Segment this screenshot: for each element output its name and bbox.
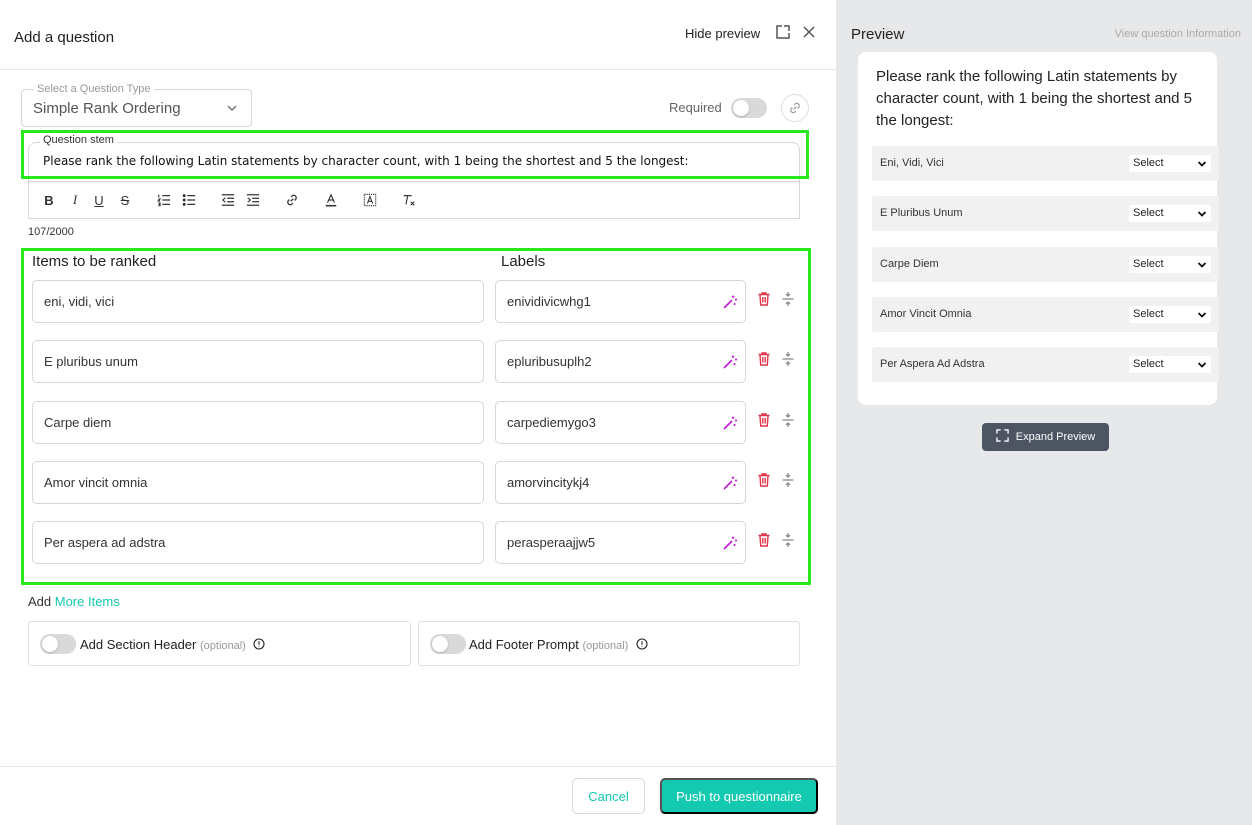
editor-header: Add a question Hide preview: [0, 0, 836, 70]
chevron-down-icon: [1197, 158, 1207, 168]
chevron-down-icon: [225, 101, 239, 115]
expand-preview-button[interactable]: Expand Preview: [982, 423, 1109, 451]
preview-rank-row: E Pluribus Unum Select: [872, 196, 1219, 231]
stem-highlight-box: [21, 130, 809, 179]
question-type-label: Select a Question Type: [34, 83, 154, 95]
footer-prompt-toggle[interactable]: [430, 634, 466, 654]
rich-text-toolbar: B I U S: [28, 181, 800, 219]
close-icon[interactable]: [801, 24, 817, 40]
background-color-icon[interactable]: [362, 192, 378, 208]
hide-preview-button[interactable]: Hide preview: [685, 26, 760, 41]
chevron-down-icon: [1197, 208, 1207, 218]
rank-select-value: Select: [1133, 157, 1164, 169]
preview-rank-label: E Pluribus Unum: [880, 207, 963, 219]
preview-rank-row: Per Aspera Ad Adstra Select: [872, 347, 1219, 382]
rank-select[interactable]: Select: [1129, 205, 1211, 222]
rank-select[interactable]: Select: [1129, 256, 1211, 273]
editor-title: Add a question: [14, 29, 115, 46]
preview-rank-label: Amor Vincit Omnia: [880, 308, 972, 320]
rank-select-value: Select: [1133, 358, 1164, 370]
preview-card: Please rank the following Latin statemen…: [858, 52, 1219, 405]
rank-select[interactable]: Select: [1129, 356, 1211, 373]
footer-prompt-option: Add Footer Prompt (optional): [418, 621, 800, 666]
add-more-items: Add More Items: [28, 594, 120, 609]
footer-prompt-label: Add Footer Prompt: [469, 637, 579, 652]
bold-icon[interactable]: B: [43, 192, 55, 208]
section-header-toggle[interactable]: [40, 634, 76, 654]
rank-select[interactable]: Select: [1129, 155, 1211, 172]
add-more-prefix: Add: [28, 594, 55, 609]
optional-tag: (optional): [582, 640, 629, 652]
preview-rank-label: Eni, Vidi, Vici: [880, 157, 944, 169]
chevron-down-icon: [1197, 259, 1207, 269]
preview-question-text: Please rank the following Latin statemen…: [876, 68, 1193, 129]
expand-preview-label: Expand Preview: [1015, 431, 1096, 443]
bullet-list-icon[interactable]: [181, 192, 197, 208]
required-label: Required: [669, 100, 722, 115]
chevron-down-icon: [1197, 309, 1207, 319]
ordered-list-icon[interactable]: [156, 192, 172, 208]
required-toggle[interactable]: [731, 98, 767, 118]
rank-select-value: Select: [1133, 258, 1164, 270]
view-question-information-link[interactable]: View question Information: [1115, 28, 1241, 40]
preview-rank-label: Per Aspera Ad Adstra: [880, 358, 985, 370]
preview-rank-label: Carpe Diem: [880, 258, 939, 270]
indent-icon[interactable]: [245, 192, 261, 208]
preview-rank-row: Amor Vincit Omnia Select: [872, 297, 1219, 332]
section-header-text: Add Section Header (optional): [80, 637, 266, 652]
clear-format-icon[interactable]: [401, 192, 417, 208]
section-header-option: Add Section Header (optional): [28, 621, 411, 666]
preview-rank-row: Carpe Diem Select: [872, 247, 1219, 282]
text-color-icon[interactable]: [323, 192, 339, 208]
popout-icon[interactable]: [775, 24, 791, 40]
items-highlight-box: [21, 248, 811, 585]
link-icon[interactable]: [781, 94, 809, 122]
question-type-value: Simple Rank Ordering: [33, 100, 181, 117]
rank-select-value: Select: [1133, 207, 1164, 219]
preview-panel: Preview View question Information Please…: [836, 0, 1252, 825]
footer-prompt-text: Add Footer Prompt (optional): [469, 637, 648, 652]
expand-icon: [996, 429, 1009, 445]
italic-icon[interactable]: I: [69, 192, 81, 208]
info-icon[interactable]: [253, 638, 266, 650]
preview-title: Preview: [851, 26, 905, 43]
rank-select[interactable]: Select: [1129, 306, 1211, 323]
strikethrough-icon[interactable]: S: [119, 192, 131, 208]
chevron-down-icon: [1197, 359, 1207, 369]
question-editor-panel: Add a question Hide preview Select a Que…: [0, 0, 836, 825]
link-icon[interactable]: [284, 192, 300, 208]
character-count: 107/2000: [28, 226, 74, 238]
info-icon[interactable]: [636, 638, 648, 650]
question-type-select[interactable]: Select a Question Type Simple Rank Order…: [21, 83, 252, 127]
preview-rank-row: Eni, Vidi, Vici Select: [872, 146, 1219, 181]
underline-icon[interactable]: U: [93, 192, 105, 208]
rank-select-value: Select: [1133, 308, 1164, 320]
optional-tag: (optional): [199, 640, 246, 652]
section-header-label: Add Section Header: [80, 637, 197, 652]
push-to-questionnaire-button[interactable]: Push to questionnaire: [660, 778, 818, 814]
more-items-link[interactable]: More Items: [55, 594, 120, 609]
cancel-button[interactable]: Cancel: [572, 778, 645, 814]
outdent-icon[interactable]: [220, 192, 236, 208]
